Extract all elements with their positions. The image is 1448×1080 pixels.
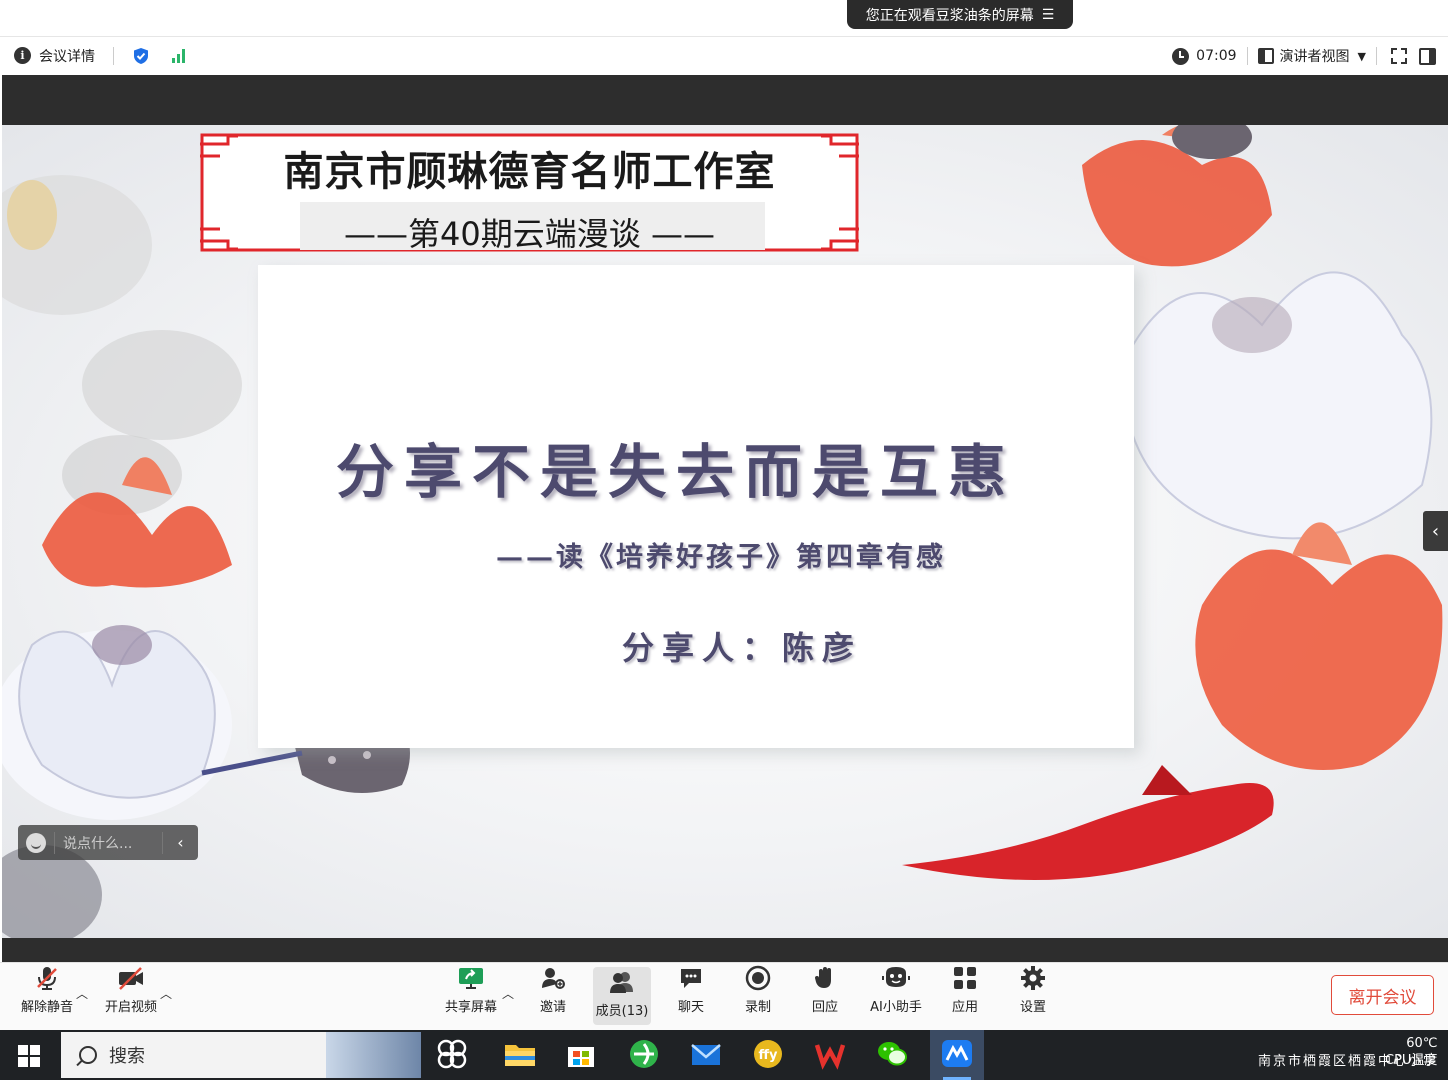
emoji-icon[interactable] (26, 832, 46, 853)
chevron-left-icon[interactable]: ‹ (162, 831, 198, 854)
speaker-view-icon (1257, 48, 1274, 64)
reactions-button[interactable]: 回应 (802, 963, 848, 1025)
meeting-toolbar: 解除静音 ︿ 开启视频 ︿ 共享屏幕 ︿ 邀请 成员(13) 聊天 录制 回应 … (0, 962, 1448, 1030)
unmute-label: 解除静音 (20, 1000, 73, 1015)
microsoft-store-icon[interactable] (563, 1036, 599, 1072)
search-label: 搜索 (109, 1046, 145, 1067)
record-label: 录制 (744, 1000, 771, 1015)
signal-strength-icon[interactable] (172, 48, 185, 63)
slide-title-sub: ——第40期云端漫谈 —— (344, 215, 715, 253)
fullscreen-icon[interactable] (1391, 48, 1407, 64)
settings-label: 设置 (1019, 1000, 1046, 1015)
temperature-label: CPU温度 (1385, 1053, 1438, 1068)
unmute-button[interactable]: 解除静音 (14, 963, 80, 1025)
participants-label: 成员(13) (595, 1004, 649, 1019)
reactions-label: 回应 (811, 1000, 838, 1015)
leave-meeting-button[interactable]: 离开会议 (1331, 975, 1434, 1015)
task-view-icon[interactable] (434, 1036, 470, 1072)
info-icon[interactable]: i (14, 47, 31, 64)
cpu-temperature[interactable]: 60℃ CPU温度 (1385, 1035, 1437, 1069)
shared-slide: 南京市顾琳德育名师工作室 ——第40期云端漫谈 —— 分享不是失去而是互惠 ——… (2, 125, 1448, 938)
ai-assistant-icon (882, 967, 910, 987)
gear-icon (1021, 966, 1045, 990)
chevron-up-icon[interactable]: ︿ (160, 985, 172, 1002)
record-icon (745, 965, 771, 991)
share-screen-label: 共享屏幕 (444, 1000, 497, 1015)
invite-button[interactable]: 邀请 (530, 963, 576, 1025)
chat-icon (681, 969, 701, 988)
divider (113, 46, 114, 65)
invite-label: 邀请 (539, 1000, 566, 1015)
slide-author: 分享人：陈彦 (622, 629, 863, 667)
mail-icon[interactable] (688, 1036, 724, 1072)
zoom-window: 您正在观看豆浆油条的屏幕 ☰ i 会议详情 07:09 演讲者视图 ▼ 南京市顾… (0, 0, 1448, 1080)
ai-assistant-button[interactable]: AI小助手 (866, 963, 926, 1025)
side-panel-toggle[interactable]: ‹ (1423, 511, 1448, 551)
temperature-value: 60℃ (1406, 1036, 1438, 1051)
chevron-up-icon[interactable]: ︿ (76, 985, 88, 1002)
record-button[interactable]: 录制 (735, 963, 781, 1025)
chevron-down-icon: ▼ (1357, 49, 1366, 63)
slide-subheading: ——读《培养好孩子》第四章有感 (496, 542, 946, 573)
reaction-hand-icon (815, 967, 831, 988)
shield-icon[interactable] (132, 47, 150, 65)
video-off-icon (119, 967, 143, 990)
participants-button[interactable]: 成员(13) (593, 967, 651, 1025)
banner-text: 您正在观看豆浆油条的屏幕 (865, 7, 1034, 24)
quick-chat-box[interactable]: 说点什么... ‹ (18, 825, 198, 860)
invite-icon (542, 968, 565, 989)
apps-label: 应用 (951, 1000, 978, 1015)
search-highlight-image (326, 1032, 421, 1078)
browser-icon[interactable] (626, 1036, 662, 1072)
wechat-icon[interactable] (874, 1036, 910, 1072)
view-mode-dropdown[interactable]: 演讲者视图 ▼ (1257, 46, 1366, 66)
side-panel-icon[interactable] (1419, 47, 1436, 65)
meeting-details-button[interactable]: 会议详情 (39, 46, 95, 66)
mic-muted-icon (37, 967, 57, 990)
ai-assistant-label: AI小助手 (870, 1000, 922, 1015)
divider (1376, 47, 1377, 65)
file-explorer-icon[interactable] (502, 1036, 538, 1072)
banner-menu-icon[interactable]: ☰ (1042, 7, 1055, 23)
wps-office-icon[interactable] (812, 1036, 848, 1072)
participants-icon (610, 972, 633, 993)
chat-label: 聊天 (677, 1000, 704, 1015)
chevron-up-icon[interactable]: ︿ (502, 985, 514, 1002)
svg-text:ffy: ffy (758, 1048, 778, 1063)
windows-start-icon[interactable] (18, 1045, 40, 1067)
apps-icon (954, 967, 976, 989)
settings-button[interactable]: 设置 (1010, 963, 1056, 1025)
top-bar: i 会议详情 07:09 演讲者视图 ▼ (0, 36, 1448, 74)
windows-taskbar: 搜索 ffy 南京市栖霞区栖霞中心小学 60℃ CPU温度 (0, 1030, 1448, 1080)
chat-button[interactable]: 聊天 (668, 963, 714, 1025)
meeting-timer: 07:09 (1196, 48, 1237, 64)
share-screen-button[interactable]: 共享屏幕 (440, 963, 502, 1025)
share-screen-icon (459, 968, 483, 989)
start-video-label: 开启视频 (104, 1000, 157, 1015)
start-video-button[interactable]: 开启视频 (100, 963, 162, 1025)
slide-title: 南京市顾琳德育名师工作室 (283, 149, 776, 195)
slide-heading: 分享不是失去而是互惠 (335, 438, 1016, 506)
search-icon (79, 1046, 97, 1064)
yellow-app-icon[interactable]: ffy (750, 1036, 786, 1072)
screen-share-banner[interactable]: 您正在观看豆浆油条的屏幕 ☰ (847, 0, 1073, 29)
apps-button[interactable]: 应用 (942, 963, 988, 1025)
chat-input[interactable]: 说点什么... (54, 831, 162, 854)
divider (1246, 47, 1248, 65)
clock-icon (1172, 47, 1190, 65)
view-mode-label: 演讲者视图 (1279, 49, 1350, 65)
taskbar-search[interactable]: 搜索 (61, 1032, 421, 1078)
tencent-meeting-icon[interactable] (930, 1030, 984, 1080)
